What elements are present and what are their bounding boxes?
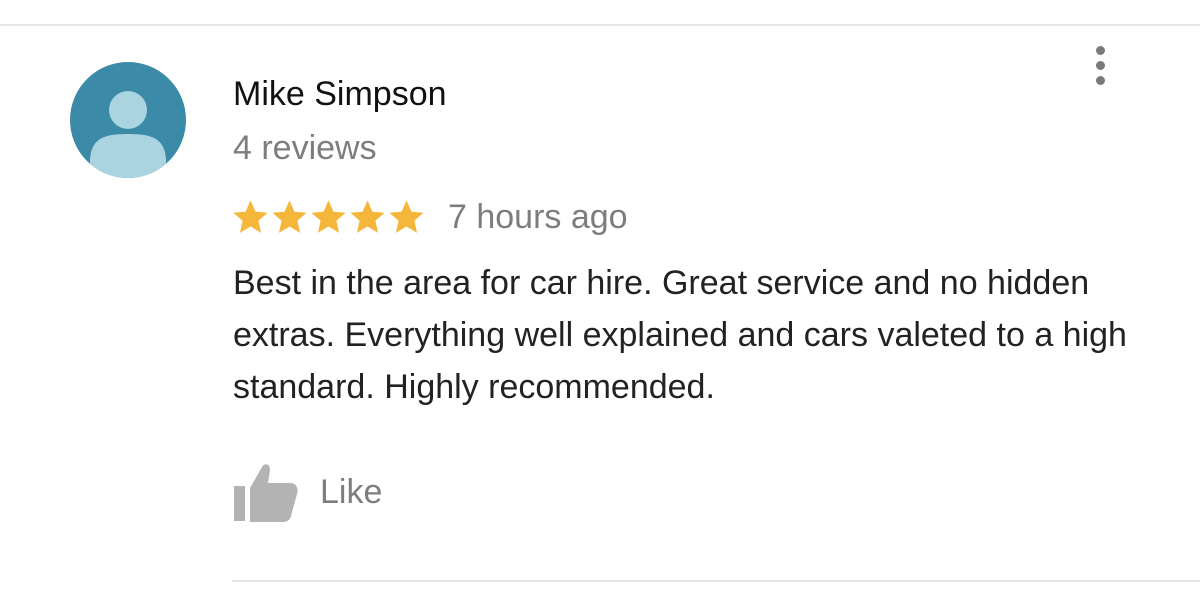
bottom-divider [232,580,1200,582]
menu-dot [1096,61,1105,70]
avatar[interactable] [70,62,186,178]
review-count[interactable]: 4 reviews [233,128,377,168]
review-card: Mike Simpson 4 reviews 7 hours ago Best … [0,0,1200,592]
thumbs-up-icon [234,464,298,522]
star-icon [311,200,346,233]
star-icon [350,200,385,233]
star-icon [233,200,268,233]
menu-dot [1096,76,1105,85]
menu-dot [1096,46,1105,55]
star-icon [272,200,307,233]
like-button[interactable]: Like [232,460,382,524]
like-label: Like [320,473,383,511]
star-icon [389,200,424,233]
review-timestamp: 7 hours ago [448,198,628,236]
person-icon [90,91,166,178]
top-divider [0,24,1200,26]
rating-row: 7 hours ago [231,196,628,238]
more-options-icon[interactable] [1086,40,1116,90]
author-name[interactable]: Mike Simpson [233,74,447,114]
star-rating [231,198,426,236]
review-text: Best in the area for car hire. Great ser… [233,264,1127,406]
